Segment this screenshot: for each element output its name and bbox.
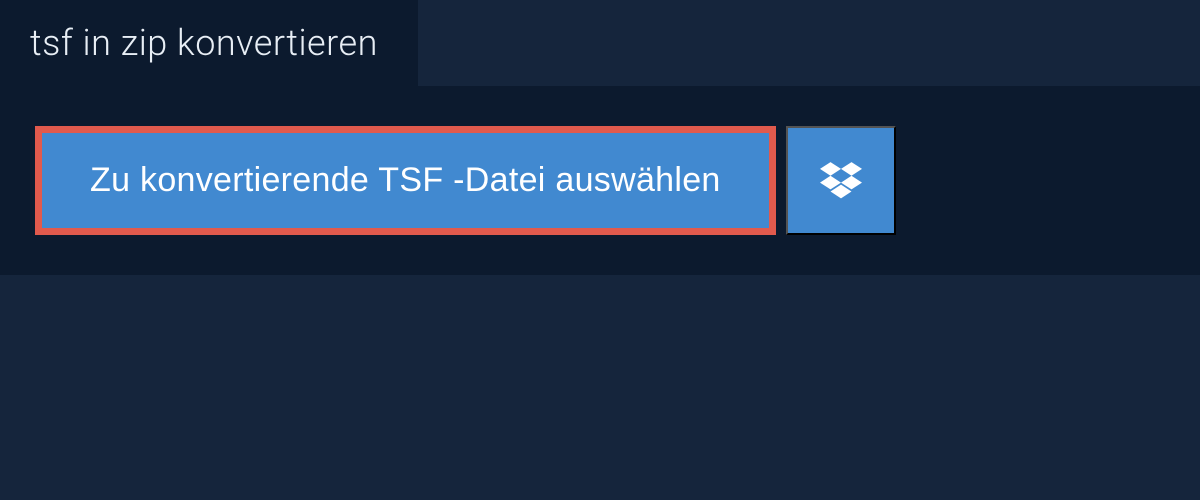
- select-file-button[interactable]: Zu konvertierende TSF -Datei auswählen: [35, 126, 776, 235]
- dropbox-icon: [820, 162, 862, 200]
- dropbox-button[interactable]: [786, 126, 896, 235]
- header-tab: tsf in zip konvertieren: [0, 0, 418, 86]
- content-panel: Zu konvertierende TSF -Datei auswählen: [0, 86, 1200, 275]
- page-title: tsf in zip konvertieren: [30, 22, 378, 64]
- button-row: Zu konvertierende TSF -Datei auswählen: [35, 126, 1165, 235]
